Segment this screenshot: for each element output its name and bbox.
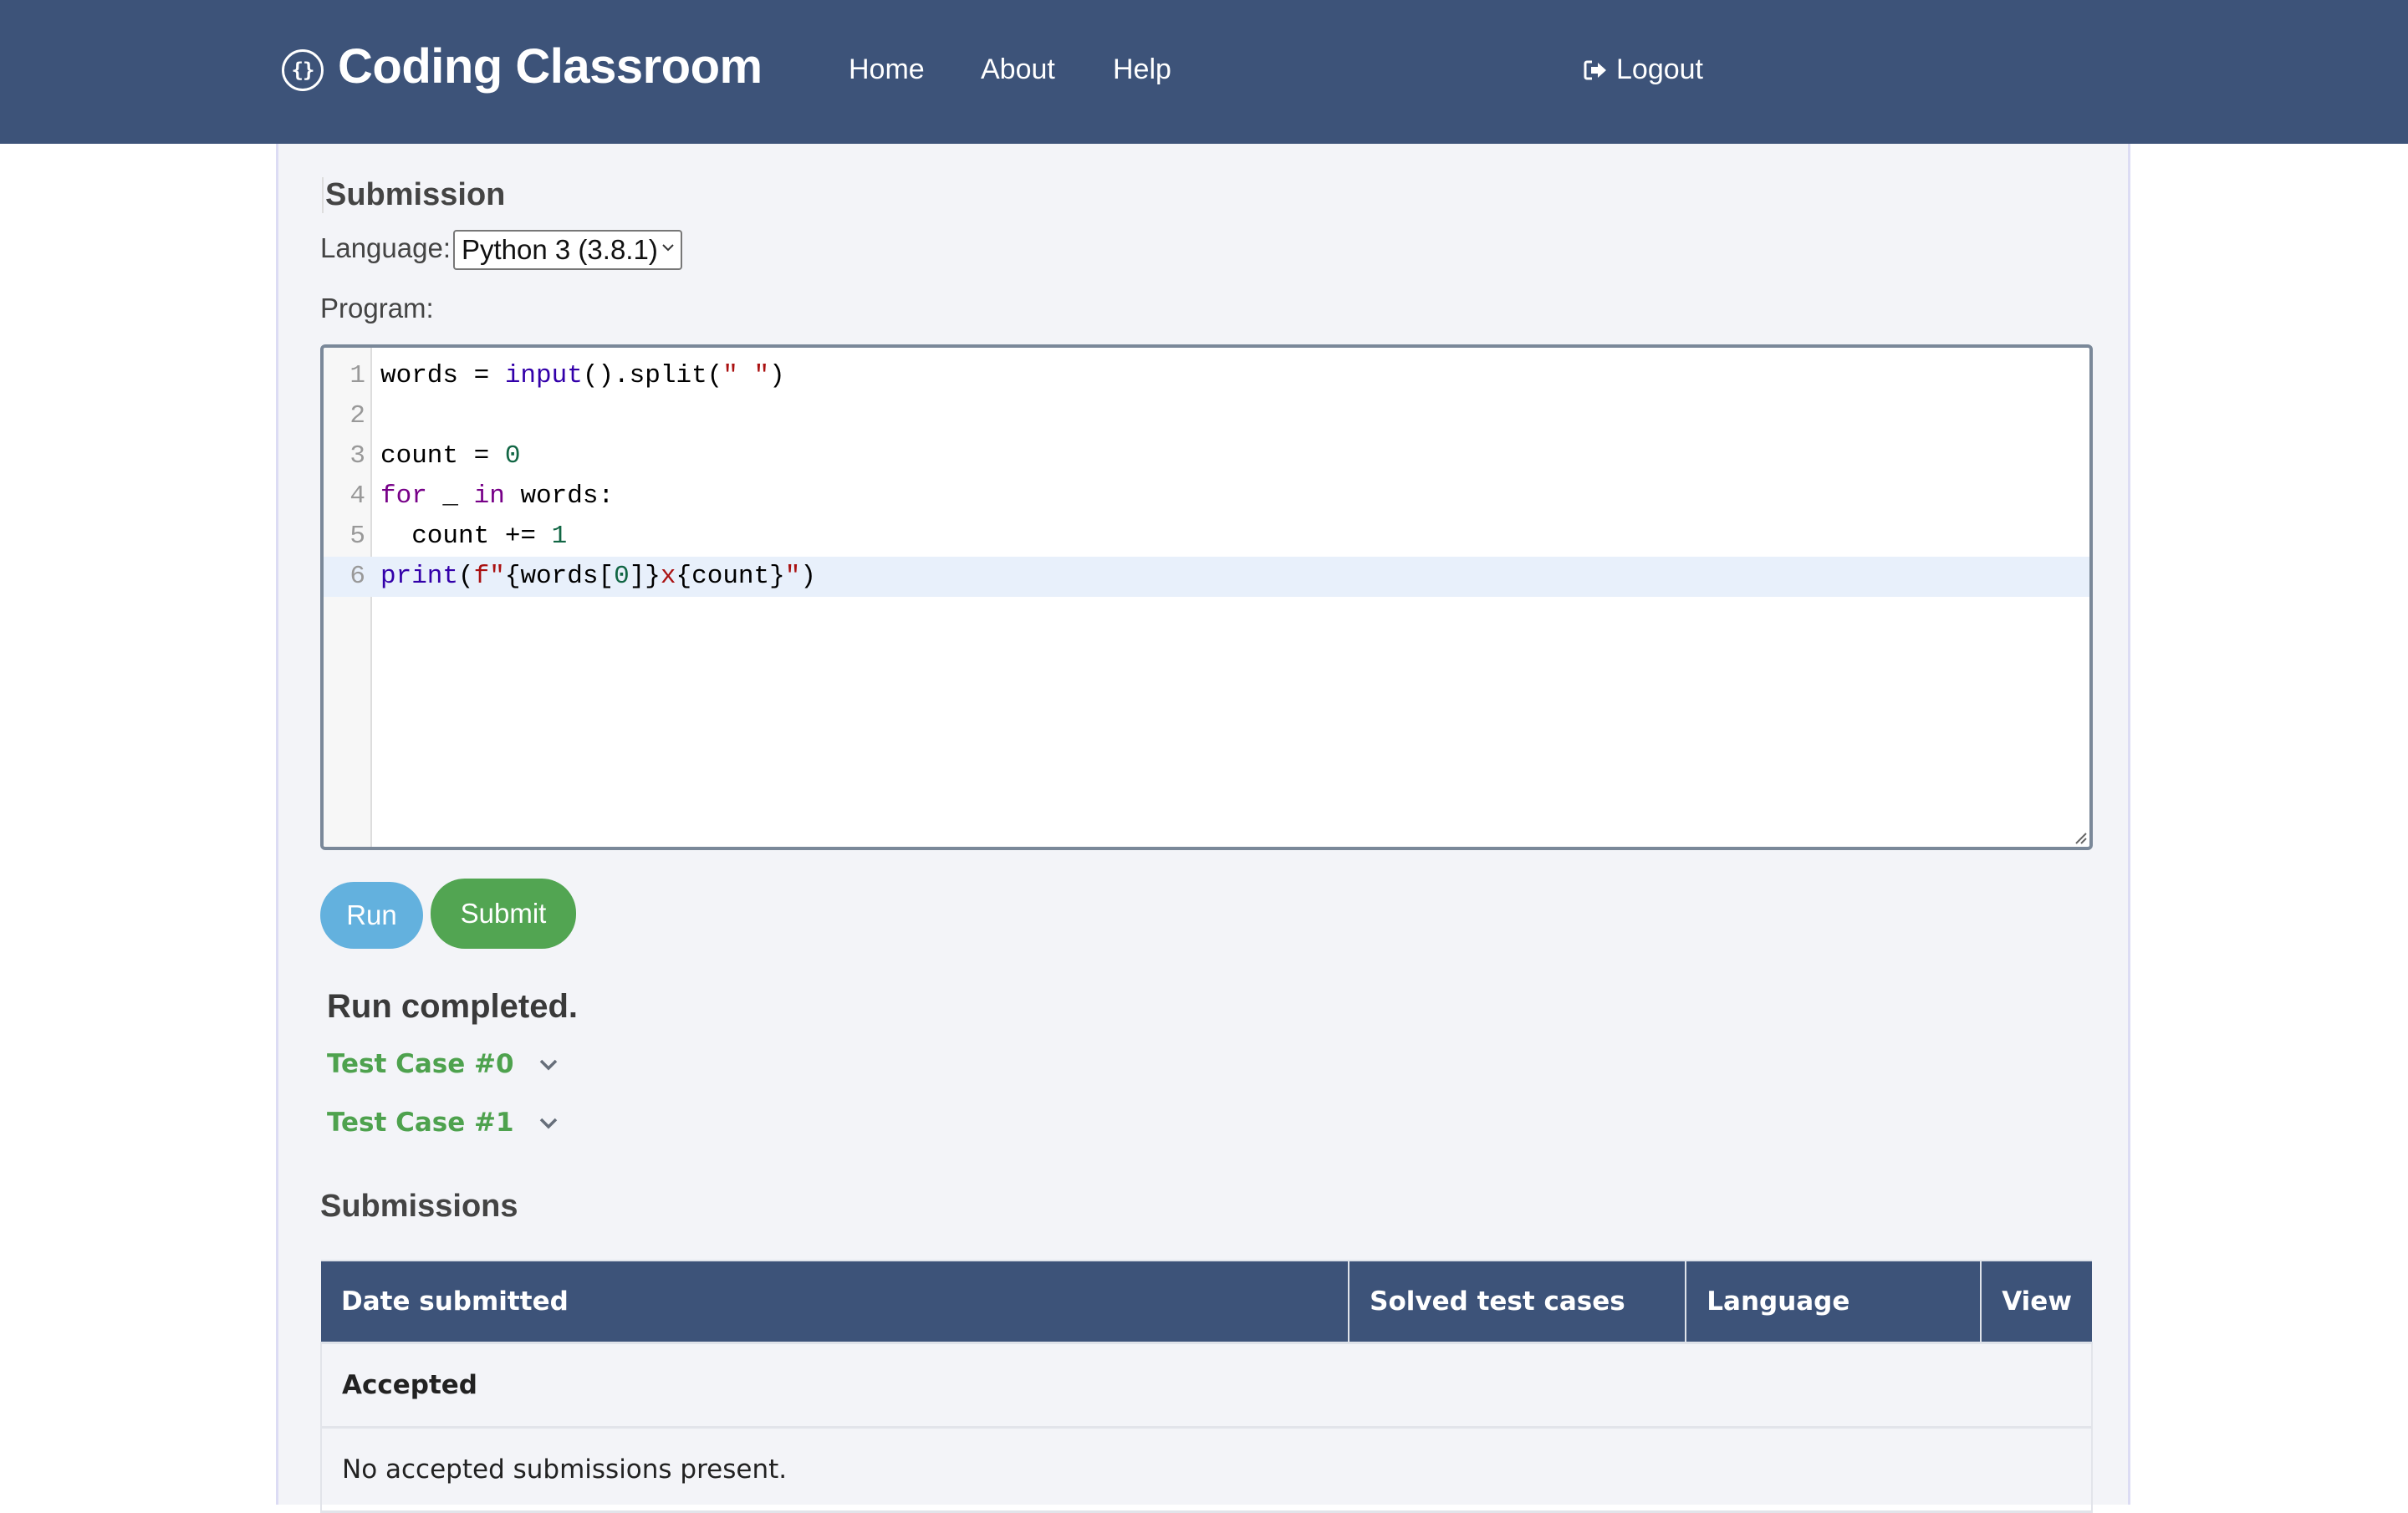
line-number: 1 <box>349 361 365 390</box>
brand-title[interactable]: Coding Classroom <box>338 38 763 94</box>
sign-out-icon <box>1584 60 1606 79</box>
nav-about[interactable]: About <box>981 53 1055 86</box>
chevron-down-icon <box>539 1118 557 1129</box>
column-solved-test-cases[interactable]: Solved test cases <box>1349 1260 1687 1344</box>
submissions-heading: Submissions <box>320 1189 518 1224</box>
code-editor[interactable]: 1 words = input().split(" ") 2 3 count =… <box>320 344 2093 850</box>
code-line[interactable]: 3 count = 0 <box>324 436 2089 476</box>
submissions-table: Date submitted Solved test cases Languag… <box>320 1260 2093 1513</box>
empty-message: No accepted submissions present. <box>320 1427 2093 1513</box>
logout-label: Logout <box>1616 53 1703 85</box>
column-language[interactable]: Language <box>1686 1260 1982 1344</box>
code-text: print(f"{words[0]}x{count}") <box>380 562 816 591</box>
test-case-toggle[interactable]: Test Case #1 <box>327 1108 559 1138</box>
line-number: 3 <box>349 441 365 471</box>
code-text: for _ in words: <box>380 481 615 511</box>
resize-handle-icon[interactable] <box>2071 828 2088 845</box>
nav-help[interactable]: Help <box>1113 53 1171 86</box>
code-line[interactable]: 1 words = input().split(" ") <box>324 356 2089 396</box>
braces-circle-icon: {} <box>282 49 324 91</box>
main-container: Submission Language: Python 3 (3.8.1) Pr… <box>276 144 2130 1513</box>
language-label: Language: <box>320 232 451 263</box>
line-number: 5 <box>349 522 365 551</box>
run-button[interactable]: Run <box>320 882 423 949</box>
code-line[interactable]: 2 <box>324 396 2089 436</box>
table-group-row: Accepted <box>320 1342 2093 1429</box>
language-selected-value: Python 3 (3.8.1) <box>462 234 658 265</box>
language-select[interactable]: Python 3 (3.8.1) <box>453 230 682 270</box>
nav-home[interactable]: Home <box>849 53 925 86</box>
test-case-label: Test Case #0 <box>327 1049 514 1079</box>
submission-heading: Submission <box>322 177 505 213</box>
line-number: 4 <box>349 481 365 511</box>
code-line-active[interactable]: 6 print(f"{words[0]}x{count}") <box>324 557 2089 597</box>
run-status: Run completed. <box>327 988 579 1025</box>
top-navbar: {} Coding Classroom Home About Help Logo… <box>0 0 2408 144</box>
code-text: words = input().split(" ") <box>380 361 785 390</box>
line-number: 6 <box>349 562 365 591</box>
logout-button[interactable]: Logout <box>1583 53 1703 86</box>
code-text: count += 1 <box>380 522 568 551</box>
line-number: 2 <box>349 401 365 430</box>
chevron-down-icon <box>539 1059 557 1071</box>
code-line[interactable]: 5 count += 1 <box>324 517 2089 557</box>
group-label-accepted: Accepted <box>320 1342 2093 1429</box>
table-header-row: Date submitted Solved test cases Languag… <box>321 1260 2092 1344</box>
chevron-down-icon <box>662 244 674 252</box>
code-text: count = 0 <box>380 441 521 471</box>
code-line[interactable]: 4 for _ in words: <box>324 476 2089 517</box>
submit-button[interactable]: Submit <box>431 879 576 949</box>
test-case-label: Test Case #1 <box>327 1108 514 1138</box>
test-case-toggle[interactable]: Test Case #0 <box>327 1049 559 1079</box>
program-label: Program: <box>320 293 434 323</box>
column-date-submitted[interactable]: Date submitted <box>321 1260 1350 1344</box>
table-row: No accepted submissions present. <box>320 1427 2093 1513</box>
column-view[interactable]: View <box>1981 1260 2092 1344</box>
